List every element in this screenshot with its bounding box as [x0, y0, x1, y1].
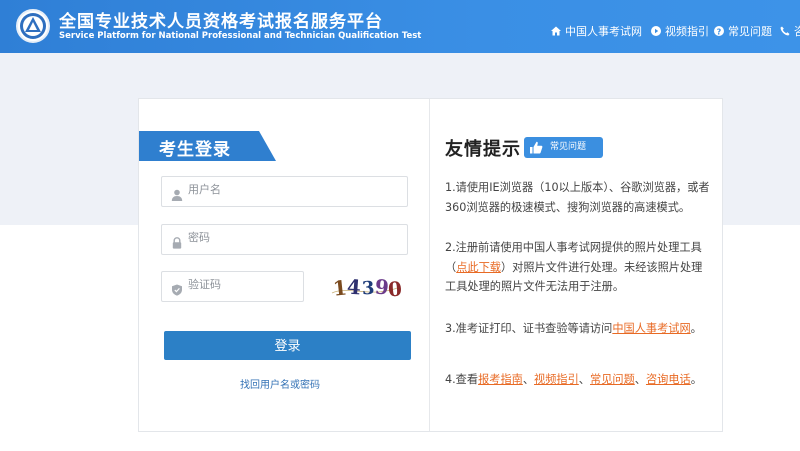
site-title: 全国专业技术人员资格考试报名服务平台: [59, 12, 383, 32]
nav-faq-link[interactable]: ? 常见问题: [714, 23, 772, 39]
tip-browser: 1.请使用IE浏览器（10以上版本）、谷歌浏览器，或者360浏览器的极速模式、搜…: [445, 181, 710, 214]
captcha-char: 3: [361, 277, 376, 300]
thumbs-up-icon: [529, 141, 543, 154]
recover-account-link[interactable]: 找回用户名或密码: [240, 376, 320, 391]
captcha-char: 0: [387, 276, 403, 302]
nav-faq-label: 常见问题: [728, 25, 772, 38]
tips-title: 友情提示: [445, 139, 521, 160]
faq-badge-button[interactable]: 常见问题: [524, 137, 603, 158]
cpta-website-link[interactable]: 中国人事考试网: [612, 322, 690, 335]
tip-text: 4.查看: [445, 373, 479, 386]
hotline-link[interactable]: 咨询电话: [646, 373, 691, 386]
nav-phone-link[interactable]: 咨: [780, 23, 800, 39]
username-field[interactable]: [161, 176, 408, 207]
photo-tool-download-link[interactable]: 点此下载: [456, 261, 501, 274]
home-icon: [551, 26, 561, 36]
login-title: 考生登录: [159, 140, 231, 160]
captcha-input[interactable]: [188, 278, 298, 291]
header-bar: 全国专业技术人员资格考试报名服务平台 Service Platform for …: [0, 0, 800, 53]
tip-text: 。: [690, 322, 702, 335]
faq-link[interactable]: 常见问题: [590, 373, 635, 386]
captcha-char: 4: [346, 274, 362, 300]
captcha-field[interactable]: [161, 271, 304, 302]
tip-text: 3.准考证打印、证书查验等请访问: [445, 322, 613, 335]
tip-photo-tool: 2.注册前请使用中国人事考试网提供的照片处理工具（点此下载）对照片文件进行处理。…: [445, 238, 711, 297]
card-divider: [429, 99, 430, 431]
tip-separator: 、: [578, 373, 590, 386]
phone-icon: [780, 26, 790, 36]
video-guide-link[interactable]: 视频指引: [534, 373, 579, 386]
tip-separator: 、: [522, 373, 535, 386]
nav-home-link[interactable]: 中国人事考试网: [551, 23, 642, 39]
captcha-image[interactable]: 1 4 3 9 0: [330, 273, 403, 302]
shield-icon: [171, 281, 183, 296]
site-subtitle: Service Platform for National Profession…: [59, 31, 422, 41]
faq-badge-label: 常见问题: [550, 142, 587, 152]
nav-video-label: 视频指引: [665, 25, 709, 38]
nav-video-link[interactable]: 视频指引: [651, 23, 709, 39]
login-card: 考生登录 1 4 3 9 0 登录 找回用户名或密码 友情提示 常: [138, 98, 723, 432]
username-input[interactable]: [188, 183, 298, 196]
tip-admission-ticket: 3.准考证打印、证书查验等请访问中国人事考试网。: [445, 319, 711, 339]
tip-separator: 、: [634, 373, 646, 386]
site-logo[interactable]: [16, 9, 50, 43]
question-icon: ?: [714, 26, 724, 36]
play-icon: [651, 26, 661, 36]
tip-text: 。: [690, 373, 702, 386]
svg-text:?: ?: [717, 27, 722, 36]
nav-home-label: 中国人事考试网: [565, 25, 642, 38]
login-button[interactable]: 登录: [164, 331, 411, 360]
password-input[interactable]: [188, 231, 298, 244]
tip-resources: 4.查看报考指南、视频指引、常见问题、咨询电话。: [445, 370, 711, 390]
exam-guide-link[interactable]: 报考指南: [478, 373, 523, 386]
lock-icon: [171, 234, 183, 249]
user-icon: [171, 186, 183, 201]
password-field[interactable]: [161, 224, 408, 255]
nav-phone-label: 咨: [794, 25, 800, 38]
